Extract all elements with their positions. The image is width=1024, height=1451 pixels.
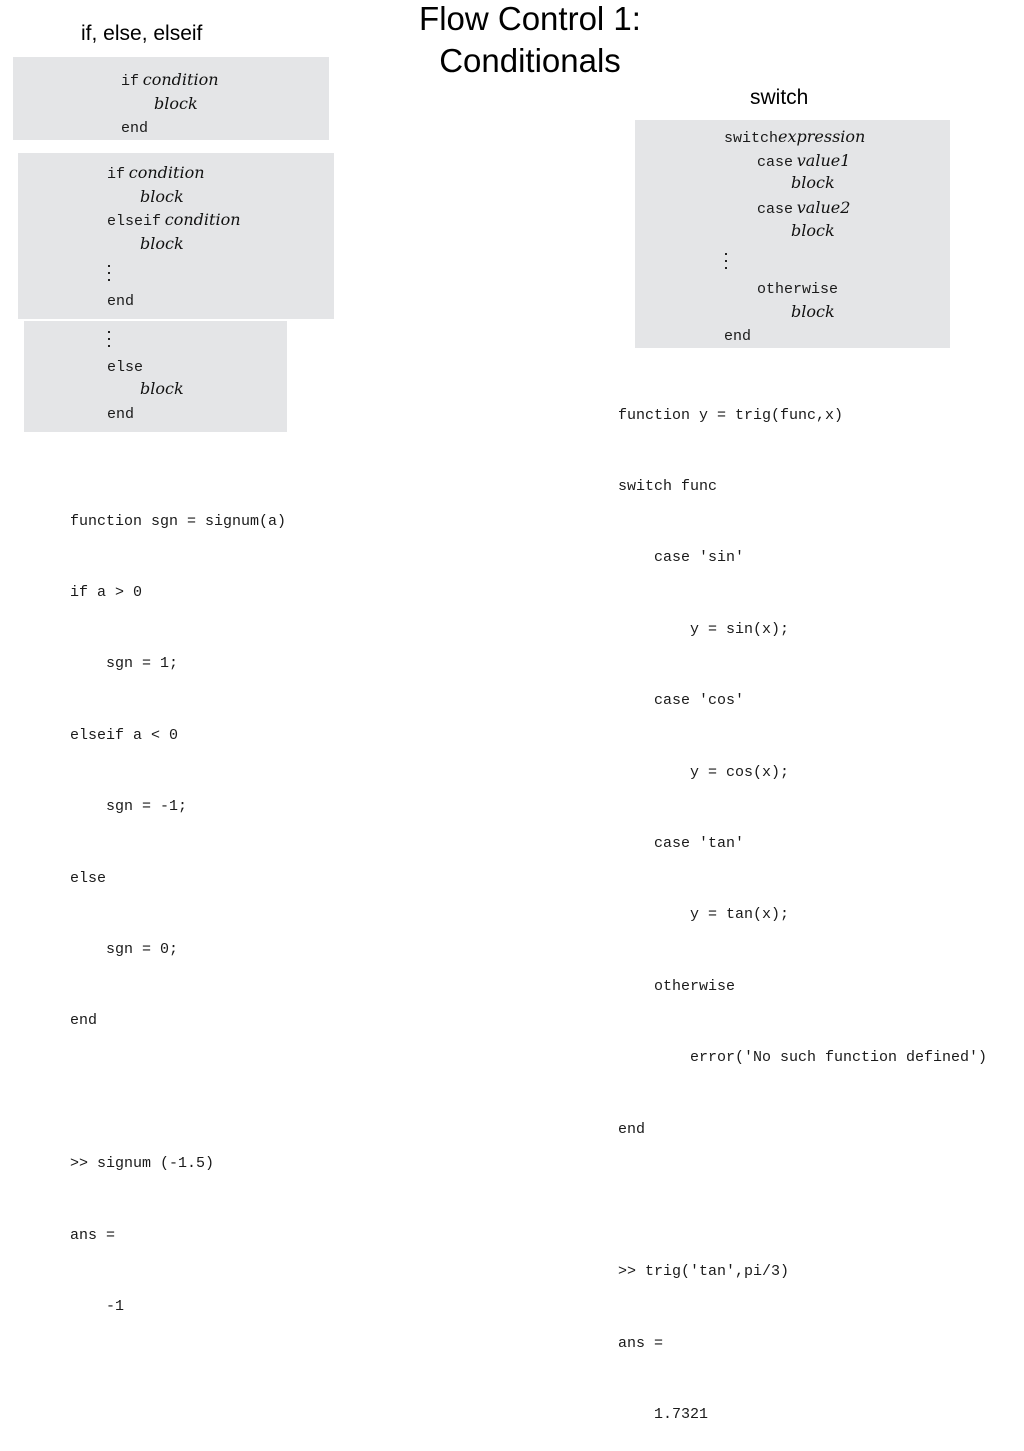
code-line: function sgn = signum(a) [70, 512, 287, 530]
elseif-line: elseif condition [107, 210, 241, 231]
code-line: y = sin(x); [618, 620, 790, 638]
keyword-if: if [121, 73, 140, 90]
case-line: case value1 [757, 151, 851, 172]
code-line: otherwise [618, 977, 736, 995]
placeholder-block: block [791, 173, 835, 192]
keyword-end: end [121, 120, 149, 137]
placeholder-condition: condition [128, 163, 205, 182]
code-line: -1 [70, 1297, 125, 1315]
keyword-case: case [757, 201, 794, 218]
placeholder-block: block [140, 379, 184, 398]
case-line: case value2 [757, 198, 851, 219]
code-line: sgn = 1; [70, 655, 179, 673]
placeholder-value: value2 [796, 198, 851, 217]
placeholder-block: block [154, 94, 198, 113]
end-line: end [724, 327, 751, 345]
else-syntax-box: else block end [24, 321, 287, 432]
switch-line: switchexpression [724, 127, 866, 148]
code-line: switch func [618, 477, 718, 495]
keyword-else: else [107, 359, 144, 376]
code-line: sgn = -1; [70, 798, 188, 816]
block-line: block [791, 222, 835, 240]
code-line: case 'tan' [618, 834, 745, 852]
placeholder-value: value1 [796, 151, 851, 170]
keyword-otherwise: otherwise [757, 281, 839, 298]
placeholder-block: block [791, 302, 835, 321]
code-line: else [70, 869, 107, 887]
block-line: block [140, 188, 184, 206]
code-line: 1.7321 [618, 1406, 709, 1424]
if-line: if condition [107, 163, 205, 184]
code-line: >> signum (-1.5) [70, 1155, 215, 1173]
end-line: end [107, 292, 134, 310]
keyword-elseif: elseif [107, 213, 162, 230]
block-line: block [140, 235, 184, 253]
block-line: block [140, 380, 184, 398]
code-line: end [70, 1012, 98, 1030]
if-syntax-box: if condition block end [13, 57, 329, 140]
vertical-ellipsis-icon [108, 331, 111, 352]
slide-title: Flow Control 1: Conditionals [380, 0, 680, 82]
switch-heading: switch [750, 86, 809, 109]
code-line: >> trig('tan',pi/3) [618, 1263, 790, 1281]
trig-code-listing: function y = trig(func,x) switch func ca… [618, 356, 987, 1451]
code-line: function y = trig(func,x) [618, 406, 844, 424]
placeholder-block: block [140, 234, 184, 253]
slide-title-line-1: Flow Control 1: [419, 0, 641, 37]
code-line: error('No such function defined') [618, 1049, 988, 1067]
placeholder-block: block [791, 221, 835, 240]
vertical-ellipsis-icon [725, 253, 728, 274]
placeholder-block: block [140, 187, 184, 206]
end-line: end [107, 405, 134, 423]
keyword-if: if [107, 166, 126, 183]
code-line: sgn = 0; [70, 940, 179, 958]
code-line: elseif a < 0 [70, 726, 179, 744]
end-line: end [121, 119, 148, 137]
slide-title-line-2: Conditionals [439, 42, 621, 79]
block-line: block [791, 174, 835, 192]
code-line: y = cos(x); [618, 763, 790, 781]
block-line: block [791, 303, 835, 321]
switch-syntax-box: switchexpression case value1 block case … [635, 120, 950, 348]
vertical-ellipsis-icon [108, 265, 111, 286]
keyword-end: end [724, 328, 752, 345]
code-line: ans = [618, 1334, 664, 1352]
keyword-end: end [107, 293, 135, 310]
placeholder-condition: condition [142, 70, 219, 89]
code-line: case 'cos' [618, 692, 745, 710]
elseif-syntax-box: if condition block elseif condition bloc… [18, 153, 334, 319]
code-line: if a > 0 [70, 583, 143, 601]
code-line: ans = [70, 1226, 116, 1244]
block-line: block [154, 95, 198, 113]
if-line: if condition [121, 70, 219, 91]
placeholder-expression: expression [778, 127, 866, 146]
keyword-switch: switch [724, 130, 779, 147]
if-else-heading: if, else, elseif [81, 22, 203, 45]
code-line: case 'sin' [618, 549, 745, 567]
keyword-case: case [757, 154, 794, 171]
code-line: end [618, 1120, 646, 1138]
code-line: y = tan(x); [618, 906, 790, 924]
else-line: else [107, 358, 143, 376]
signum-code-listing: function sgn = signum(a) if a > 0 sgn = … [70, 462, 286, 1342]
keyword-end: end [107, 406, 135, 423]
otherwise-line: otherwise [757, 280, 838, 298]
placeholder-condition: condition [164, 210, 241, 229]
